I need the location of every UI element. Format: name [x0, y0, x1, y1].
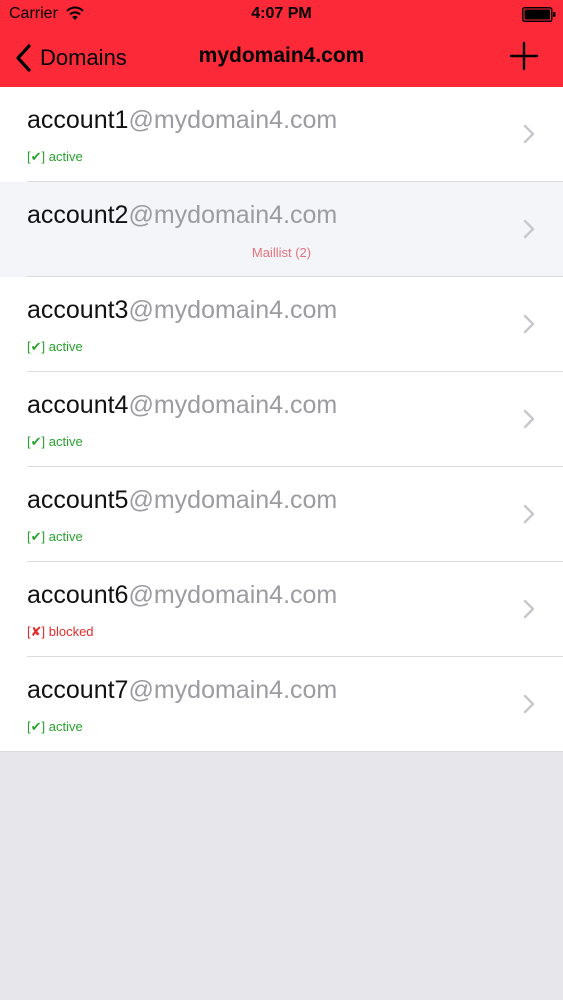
account-domain: @mydomain4.com — [128, 201, 338, 229]
account-domain: @mydomain4.com — [128, 106, 338, 134]
account-user: account7 — [27, 676, 129, 704]
chevron-right-icon — [523, 314, 535, 334]
page-title: mydomain4.com — [198, 44, 365, 67]
account-row[interactable]: account5@mydomain4.com [✔] active — [0, 467, 563, 562]
maillist-badge: Maillist (2) — [251, 245, 312, 260]
account-address: account6@mydomain4.com — [27, 581, 337, 610]
status-bar: Carrier 4:07 PM — [0, 0, 563, 28]
status-badge: [✘] blocked — [27, 624, 94, 639]
account-domain: @mydomain4.com — [128, 391, 338, 419]
clock: 4:07 PM — [251, 5, 312, 22]
account-domain: @mydomain4.com — [128, 486, 338, 514]
battery-icon — [522, 7, 556, 22]
status-badge: [✔] active — [27, 529, 83, 544]
chevron-right-icon — [523, 219, 535, 239]
chevron-right-icon — [523, 694, 535, 714]
account-address: account5@mydomain4.com — [27, 486, 337, 515]
navigation-bar: Domains mydomain4.com — [0, 28, 563, 87]
status-badge: [✔] active — [27, 339, 83, 354]
account-address: account2@mydomain4.com — [27, 201, 337, 230]
account-domain: @mydomain4.com — [128, 676, 338, 704]
account-domain: @mydomain4.com — [128, 581, 338, 609]
account-user: account4 — [27, 391, 129, 419]
account-address: account1@mydomain4.com — [27, 106, 337, 135]
account-user: account6 — [27, 581, 129, 609]
chevron-right-icon — [523, 124, 535, 144]
screen: Carrier 4:07 PM Domains mydomain4.com ac… — [0, 0, 563, 1000]
top-bar: Carrier 4:07 PM Domains mydomain4.com — [0, 0, 563, 87]
account-row[interactable]: account7@mydomain4.com [✔] active — [0, 657, 563, 752]
account-user: account3 — [27, 296, 129, 324]
chevron-right-icon — [523, 504, 535, 524]
account-user: account5 — [27, 486, 129, 514]
chevron-right-icon — [523, 599, 535, 619]
account-address: account7@mydomain4.com — [27, 676, 337, 705]
account-row[interactable]: account2@mydomain4.com Maillist (2) — [0, 182, 563, 277]
account-row[interactable]: account1@mydomain4.com [✔] active — [0, 87, 563, 182]
account-row[interactable]: account3@mydomain4.com [✔] active — [0, 277, 563, 372]
row-divider — [0, 751, 563, 752]
account-address: account4@mydomain4.com — [27, 391, 337, 420]
status-badge: [✔] active — [27, 434, 83, 449]
account-user: account1 — [27, 106, 129, 134]
add-icon[interactable] — [508, 40, 540, 72]
account-list: account1@mydomain4.com [✔] active account2… — [0, 87, 563, 752]
account-address: account3@mydomain4.com — [27, 296, 337, 325]
account-user: account2 — [27, 201, 129, 229]
account-row[interactable]: account6@mydomain4.com [✘] blocked — [0, 562, 563, 657]
status-badge: [✔] active — [27, 719, 83, 734]
account-domain: @mydomain4.com — [128, 296, 338, 324]
status-badge: [✔] active — [27, 149, 83, 164]
chevron-right-icon — [523, 409, 535, 429]
account-row[interactable]: account4@mydomain4.com [✔] active — [0, 372, 563, 467]
